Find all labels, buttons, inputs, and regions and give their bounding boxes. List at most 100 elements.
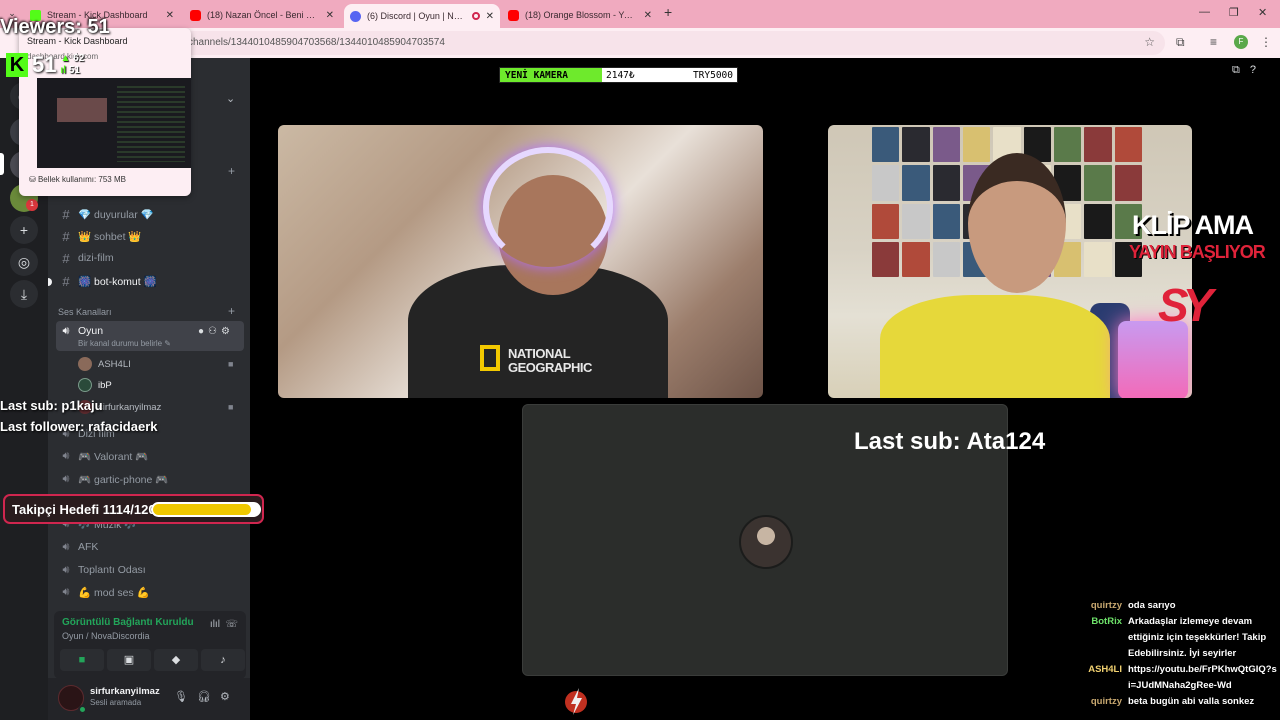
- voice-channel-toplanti-odasi[interactable]: 🔊︎ Toplantı Odası: [56, 559, 244, 581]
- channel-label: AFK: [78, 541, 99, 553]
- user-name[interactable]: sirfurkanyilmaz: [90, 686, 160, 697]
- kick-stat-b: 51: [68, 65, 80, 76]
- tab-youtube-orange[interactable]: (18) Orange Blossom - Ya Sidi ✕: [502, 4, 658, 26]
- close-icon[interactable]: ✕: [166, 10, 174, 21]
- tab-discord[interactable]: (6) Discord | Oyun | NovaDi ✕: [344, 4, 500, 28]
- poster: [1084, 127, 1112, 163]
- avatar: [78, 357, 92, 371]
- poster: [872, 165, 900, 201]
- discord-icon: [350, 10, 361, 22]
- channel-status[interactable]: Bir kanal durumu belirle ✎: [78, 339, 171, 348]
- person-head: [968, 153, 1066, 293]
- microphone-icon[interactable]: 🎙︎: [174, 691, 197, 703]
- new-tab-button[interactable]: +: [664, 4, 672, 20]
- poster: [1054, 127, 1082, 163]
- menu-icon[interactable]: ⋮: [1260, 35, 1272, 49]
- download-icon[interactable]: ⤓: [10, 280, 38, 308]
- channel-sohbet[interactable]: # 👑 sohbet 👑: [56, 225, 244, 247]
- tab-thumbnail: [37, 78, 191, 168]
- voice-user[interactable]: ibP: [78, 376, 112, 394]
- invite-icon[interactable]: ⚇: [208, 326, 221, 337]
- profile-avatar[interactable]: F: [1234, 35, 1248, 49]
- channel-dizi-film[interactable]: # dizi-film: [56, 247, 244, 269]
- camera-button[interactable]: ■: [60, 649, 104, 671]
- channel-bot-komut[interactable]: # 🎆 bot-komut 🎆: [56, 270, 244, 292]
- chat-username: quirtzy: [1090, 696, 1122, 707]
- add-server-icon[interactable]: +: [10, 216, 38, 244]
- address-bar: channels/1344010485904703568/13440104859…: [0, 28, 1280, 58]
- mention-badge: 1: [26, 199, 38, 211]
- soundboard-button[interactable]: ♪: [201, 649, 245, 671]
- poster: [872, 127, 900, 163]
- tab-label: (18) Nazan Öncel - Beni Hatırla: [207, 10, 320, 20]
- bookmark-star-icon[interactable]: ☆: [1144, 35, 1155, 49]
- voice-connection-status: Görüntülü Bağlantı Kuruldu: [62, 617, 194, 628]
- activity-button[interactable]: ◆: [154, 649, 198, 671]
- viewer-count-overlay: Viewers: 51: [0, 16, 110, 38]
- camera-icon: ■: [228, 402, 234, 412]
- screen-share-button[interactable]: ▣: [107, 649, 151, 671]
- gear-icon[interactable]: ⚙: [220, 691, 239, 703]
- add-voice-channel-icon[interactable]: +: [228, 304, 235, 318]
- extensions-icon[interactable]: ⧉: [1176, 35, 1185, 50]
- voice-channel-afk[interactable]: 🔊︎ AFK: [56, 536, 244, 558]
- close-window-icon[interactable]: ✕: [1258, 6, 1267, 19]
- memory-usage-text: Bellek kullanımı: 753 MB: [37, 175, 126, 184]
- disconnect-icon[interactable]: ☏: [225, 619, 238, 630]
- voice-panel-icons: ılıl ☏: [210, 619, 238, 630]
- voice-connected-panel: Görüntülü Bağlantı Kuruldu Oyun / NovaDi…: [54, 611, 246, 679]
- chat-icon[interactable]: ●: [198, 326, 208, 337]
- help-icon[interactable]: ?: [1250, 64, 1266, 76]
- kick-stats: ▲ 62 ıl 51: [60, 53, 84, 77]
- url-text[interactable]: channels/1344010485904703568/13440104859…: [188, 37, 445, 48]
- close-icon[interactable]: ✕: [644, 10, 652, 21]
- national-geographic-logo: [480, 345, 500, 371]
- recording-icon: [471, 12, 480, 20]
- sy-logo: SY: [1158, 279, 1213, 331]
- voice-channel-gartic-phone[interactable]: 🔊︎ 🎮 gartic-phone 🎮: [56, 468, 244, 490]
- voice-channel-valorant[interactable]: 🔊︎ 🎮 Valorant 🎮: [56, 445, 244, 467]
- chat-text: beta bugün abi valla sonkez: [1128, 696, 1255, 707]
- voice-channel-mod-ses[interactable]: 🔊︎ 💪 mod ses 💪: [56, 581, 244, 603]
- user-icon: ▲: [60, 53, 71, 64]
- kick-stat-a: 62: [73, 53, 85, 64]
- close-icon[interactable]: ✕: [486, 11, 494, 22]
- channel-label: 👑 sohbet 👑: [78, 230, 142, 243]
- voice-category-label[interactable]: Ses Kanalları: [58, 307, 112, 317]
- last-sub-text: Last sub: p1kaju: [0, 398, 103, 413]
- headset-glow: [483, 147, 613, 267]
- video-tile-ash4li[interactable]: NATIONAL GEOGRAPHIC: [278, 125, 763, 398]
- voice-connection-channel[interactable]: Oyun / NovaDiscordia: [62, 631, 150, 641]
- hash-icon: #: [62, 250, 70, 266]
- add-channel-icon[interactable]: +: [228, 164, 235, 178]
- settings-icon[interactable]: ⚙: [221, 326, 234, 337]
- close-icon[interactable]: ✕: [326, 10, 334, 21]
- noise-suppression-icon[interactable]: ılıl: [210, 619, 220, 630]
- selected-server-pill: [0, 153, 4, 175]
- stage-top-icons: ⧉?: [1232, 64, 1266, 77]
- donation-goal-amount: 2147₺: [606, 70, 635, 81]
- chat-username: ASH4LI: [1088, 664, 1122, 675]
- chat-username: BotRix: [1091, 616, 1122, 627]
- chevron-down-icon[interactable]: ⌄: [226, 92, 235, 105]
- media-icon[interactable]: ≡: [1210, 35, 1217, 49]
- channel-duyurular[interactable]: # 💎 duyurular 💎: [56, 203, 244, 225]
- speaker-icon: 🔊︎: [62, 325, 70, 337]
- omnibox[interactable]: channels/1344010485904703568/13440104859…: [150, 31, 1165, 55]
- minimize-icon[interactable]: —: [1199, 6, 1210, 18]
- follower-goal-widget: Takipçi Hedefi 1114/1200: [3, 494, 264, 524]
- kick-stats-overlay: K 51 ▲ 62 ıl 51: [6, 50, 84, 80]
- tab-youtube-nazan[interactable]: (18) Nazan Öncel - Beni Hatırla ✕: [184, 4, 340, 26]
- restore-icon[interactable]: ❐: [1229, 6, 1239, 19]
- voice-user[interactable]: ASH4LI: [78, 355, 131, 373]
- bolt-logo-icon: [565, 688, 587, 715]
- poster: [872, 241, 900, 277]
- speaker-icon: 🔊︎: [62, 540, 70, 553]
- thumbnail-video: [57, 98, 107, 122]
- explore-icon[interactable]: ◎: [10, 248, 38, 276]
- headphones-icon[interactable]: 🎧︎: [197, 691, 220, 703]
- tab-bar: ⌄ Stream - Kick Dashboard ✕ (18) Nazan Ö…: [0, 0, 1280, 28]
- channel-label: 💎 duyurular 💎: [78, 208, 154, 221]
- popout-icon[interactable]: ⧉: [1232, 64, 1250, 76]
- voice-channel-actions[interactable]: ●⚇⚙: [198, 326, 234, 337]
